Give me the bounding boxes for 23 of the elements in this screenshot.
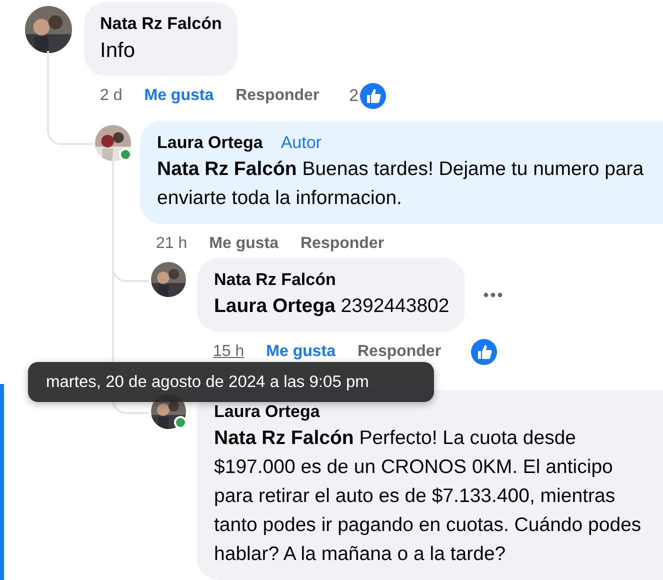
comment-time[interactable]: 2 d (100, 87, 122, 105)
comment-text: Laura Ortega 2392443802 (214, 294, 450, 319)
author-name[interactable]: Laura Ortega (157, 131, 263, 155)
reply-link[interactable]: Responder (300, 235, 384, 253)
more-options-icon[interactable] (483, 292, 504, 298)
comment-time[interactable]: 21 h (156, 235, 188, 253)
author-label: Autor (280, 132, 322, 154)
reply-link[interactable]: Responder (236, 87, 320, 105)
like-link[interactable]: Me gusta (144, 87, 214, 105)
comment-text: Nata Rz Falcón Perfecto! La cuota desde $197.000 es de un CRONOS 0KM. El anticipo para retirar el auto es de $7.133.400, mientras tanto podes ir pagando en cuotas. Cuándo podes hablar? A la mañana o a la tarde? (214, 426, 642, 567)
author-name[interactable]: Laura Ortega (214, 400, 320, 424)
like-icon (471, 339, 498, 365)
like-icon (360, 83, 386, 109)
like-link[interactable]: Me gusta (209, 235, 278, 253)
comment-text: Nata Rz Falcón Buenas tardes! Dejame tu numero para enviarte toda la informacion. (157, 157, 645, 211)
like-link[interactable]: Me gusta (266, 343, 336, 361)
comment-text: Info (100, 38, 136, 64)
comment-time[interactable]: 15 h (213, 343, 244, 361)
author-name[interactable]: Nata Rz Falcón (214, 268, 336, 292)
reaction-count: 2 (349, 86, 359, 106)
timestamp-tooltip: martes, 20 de agosto de 2024 a las 9:05 pm (28, 362, 434, 402)
author-name[interactable]: Nata Rz Falcón (100, 12, 222, 36)
reply-link[interactable]: Responder (357, 343, 442, 361)
